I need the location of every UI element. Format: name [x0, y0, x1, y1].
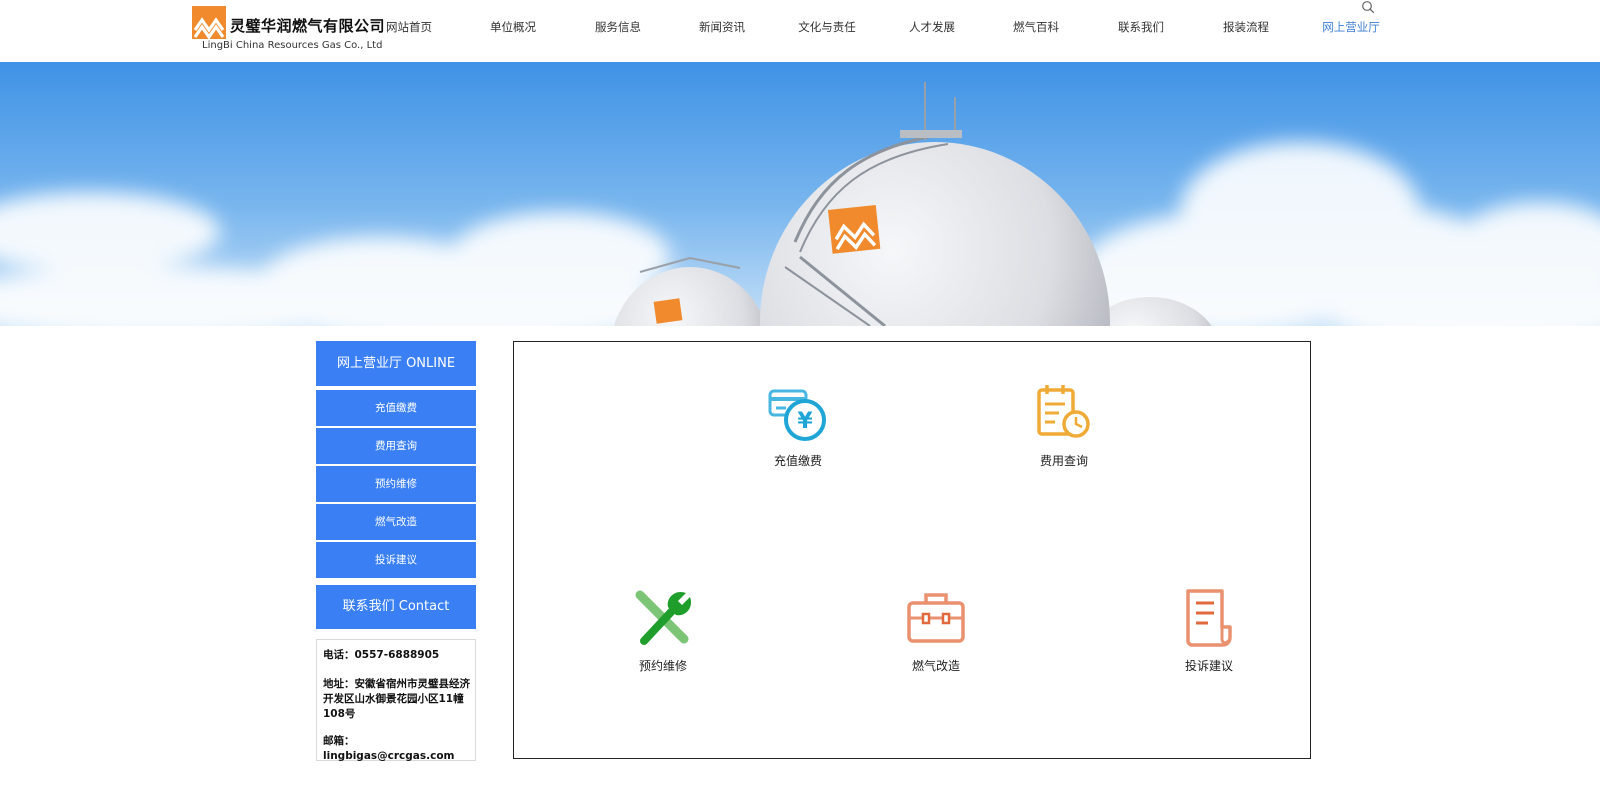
gas-tank-banner-image: [0, 62, 1600, 326]
svg-text:¥: ¥: [797, 409, 813, 434]
service-tile-recharge[interactable]: ¥ 充值缴费: [728, 382, 868, 469]
nav-item-news[interactable]: 新闻资讯: [699, 19, 745, 35]
nav-item-gas-wiki[interactable]: 燃气百科: [1013, 19, 1059, 35]
company-name-cn[interactable]: 灵璧华润燃气有限公司: [230, 15, 385, 36]
nav-item-talent[interactable]: 人才发展: [909, 19, 955, 35]
nav-item-home[interactable]: 网站首页: [386, 19, 432, 35]
sidebar-item-fee-inquiry[interactable]: 费用查询: [316, 428, 476, 464]
document-icon: [1186, 589, 1232, 647]
nav-item-install-process[interactable]: 报装流程: [1223, 19, 1269, 35]
sidebar-item-complaint[interactable]: 投诉建议: [316, 542, 476, 578]
service-tile-repair[interactable]: 预约维修: [593, 587, 733, 674]
contact-info-box: 电话：0557-6888905 地址：安徽省宿州市灵璧县经济开发区山水御景花园小…: [316, 639, 476, 762]
nav-item-culture[interactable]: 文化与责任: [798, 19, 856, 35]
search-icon[interactable]: [1361, 0, 1375, 14]
nav-item-about[interactable]: 单位概况: [490, 19, 536, 35]
sidebar-item-recharge[interactable]: 充值缴费: [316, 390, 476, 426]
contact-address: 地址：安徽省宿州市灵璧县经济开发区山水御景花园小区11幢108号: [323, 678, 470, 720]
service-label-repair: 预约维修: [638, 659, 687, 673]
sidebar-online-title: 网上营业厅 ONLINE: [316, 341, 476, 386]
sidebar-item-gas-renovation[interactable]: 燃气改造: [316, 504, 476, 540]
service-tile-complaint[interactable]: 投诉建议: [1139, 587, 1279, 674]
repair-wrench-icon: [635, 590, 692, 645]
service-panel: ¥ 充值缴费 费用查询 预约维修 燃气改造 投诉建议: [513, 341, 1311, 759]
nav-item-online-hall[interactable]: 网上营业厅: [1322, 19, 1380, 35]
recharge-payment-icon: ¥: [768, 389, 826, 441]
hero-banner: [0, 62, 1600, 326]
sidebar-contact-title: 联系我们 Contact: [316, 585, 476, 629]
service-label-fee-inquiry: 费用查询: [1039, 454, 1088, 468]
service-tile-gas-renovation[interactable]: 燃气改造: [866, 587, 1006, 674]
company-logo-icon[interactable]: [192, 6, 226, 39]
site-header: 灵璧华润燃气有限公司 LingBi China Resources Gas Co…: [0, 0, 1600, 62]
company-name-en: LingBi China Resources Gas Co., Ltd: [202, 40, 383, 51]
nav-item-contact[interactable]: 联系我们: [1118, 19, 1164, 35]
service-label-recharge: 充值缴费: [773, 454, 822, 468]
nav-item-services[interactable]: 服务信息: [595, 19, 641, 35]
service-label-complaint: 投诉建议: [1184, 659, 1233, 673]
sidebar-item-repair[interactable]: 预约维修: [316, 466, 476, 502]
contact-email: 邮箱：lingbigas@crcgas.com: [323, 735, 455, 762]
service-tile-fee-inquiry[interactable]: 费用查询: [994, 382, 1134, 469]
fee-inquiry-icon: [1037, 385, 1090, 438]
toolbox-icon: [907, 593, 965, 643]
service-label-gas-renovation: 燃气改造: [911, 659, 960, 673]
contact-phone: 电话：0557-6888905: [323, 649, 440, 661]
